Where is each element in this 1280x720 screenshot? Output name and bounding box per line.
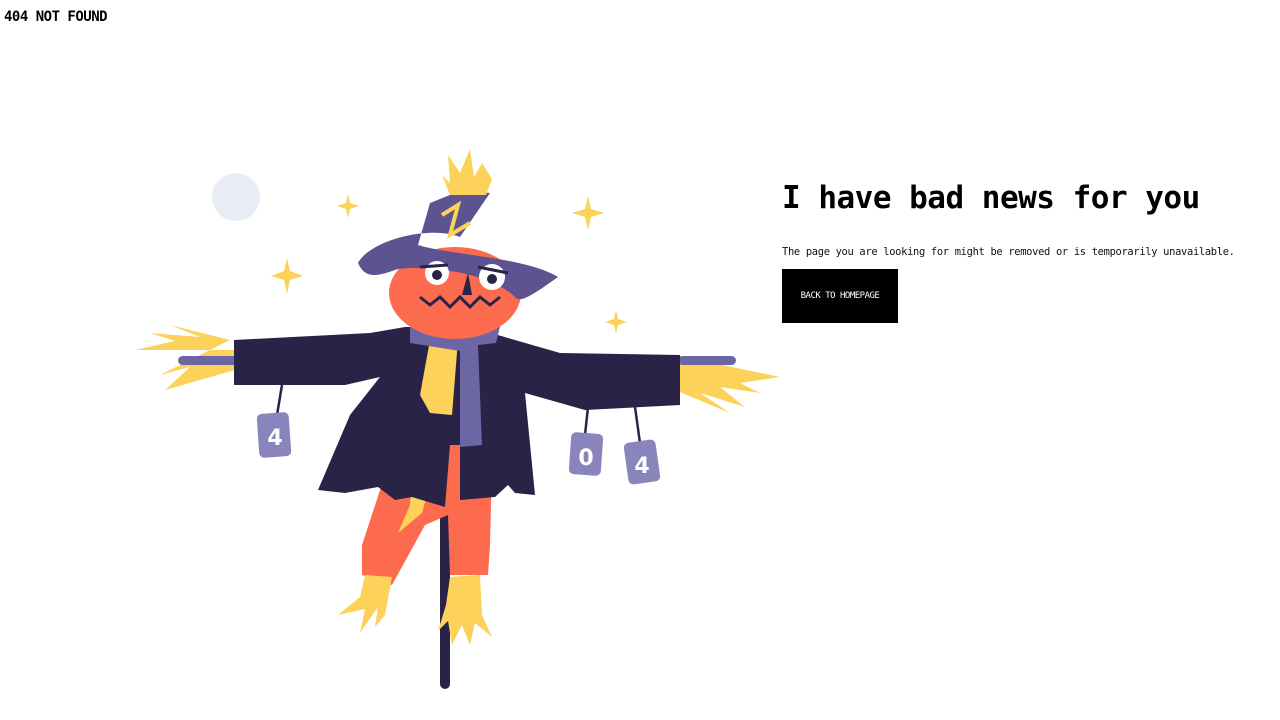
- hat-straw: [442, 149, 492, 195]
- left-foot-straw: [338, 575, 392, 633]
- svg-text:4: 4: [267, 426, 282, 451]
- error-message: The page you are looking for might be re…: [782, 246, 1235, 258]
- back-to-homepage-button[interactable]: BACK TO HOMEPAGE: [782, 269, 898, 323]
- moon-icon: [212, 173, 260, 221]
- page-title: I have bad news for you: [782, 180, 1200, 216]
- scarecrow-illustration: 4 0 4: [130, 145, 790, 705]
- site-logo[interactable]: 404 NOT FOUND: [4, 9, 108, 25]
- svg-text:4: 4: [634, 454, 649, 479]
- error-content: I have bad news for you The page you are…: [782, 180, 1262, 323]
- svg-text:0: 0: [578, 446, 593, 471]
